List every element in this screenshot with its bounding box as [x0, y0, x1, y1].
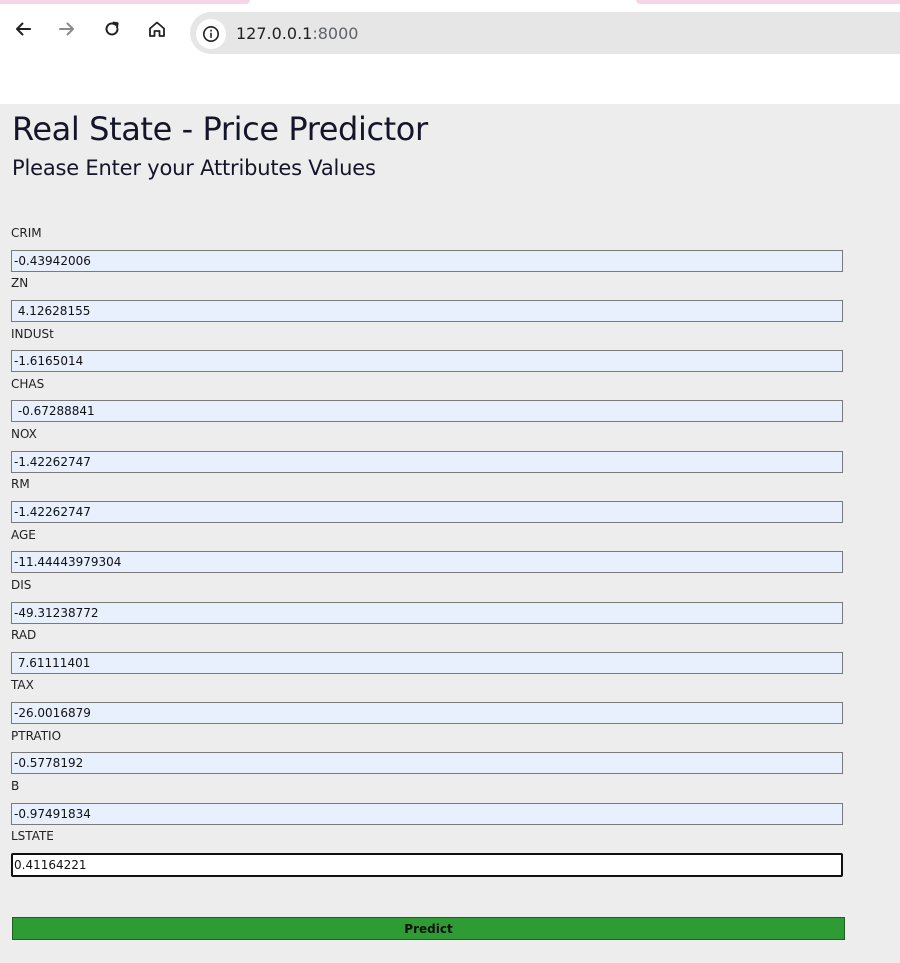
tax-input[interactable] [11, 702, 843, 724]
page-viewport: Real State - Price Predictor Please Ente… [0, 104, 900, 963]
zn-label: ZN [11, 276, 29, 290]
bookmarks-bar [0, 60, 900, 104]
dis-label: DIS [11, 578, 32, 592]
age-input[interactable] [11, 551, 843, 573]
rm-input[interactable] [11, 501, 843, 523]
url-host: 127.0.0.1 [236, 24, 313, 43]
lstate-label: LSTATE [11, 829, 54, 843]
arrow-right-icon [59, 22, 74, 36]
arrow-left-icon [16, 22, 31, 36]
home-icon [149, 21, 165, 37]
crim-input[interactable] [11, 250, 843, 272]
ptratio-input[interactable] [11, 752, 843, 774]
dis-input[interactable] [11, 602, 843, 624]
info-icon [203, 26, 219, 42]
home-button[interactable] [144, 16, 170, 42]
indus-label: INDUSt [11, 327, 54, 341]
site-info-button[interactable] [196, 19, 226, 49]
rm-label: RM [11, 477, 30, 491]
browser-toolbar: 127.0.0.1:8000 [0, 6, 900, 60]
b-input[interactable] [11, 803, 843, 825]
forward-button[interactable] [54, 16, 80, 42]
tax-label: TAX [11, 678, 34, 692]
page-subtitle: Please Enter your Attributes Values [12, 156, 376, 180]
page-title: Real State - Price Predictor [12, 110, 428, 148]
ptratio-label: PTRATIO [11, 729, 62, 743]
b-label: B [11, 779, 20, 793]
rad-label: RAD [11, 628, 37, 642]
age-label: AGE [11, 528, 36, 542]
reload-icon [105, 21, 119, 36]
indus-input[interactable] [11, 350, 843, 372]
back-button[interactable] [10, 16, 36, 42]
nox-label: NOX [11, 427, 37, 441]
predict-button[interactable]: Predict [12, 917, 845, 940]
tab-right[interactable] [636, 0, 900, 4]
lstate-input[interactable] [11, 853, 843, 877]
zn-input[interactable] [11, 300, 843, 322]
url-port: :8000 [312, 24, 359, 43]
tab-left[interactable] [0, 0, 250, 4]
chas-label: CHAS [11, 377, 45, 391]
chas-input[interactable] [11, 400, 843, 422]
url-text[interactable]: 127.0.0.1:8000 [236, 22, 358, 46]
nox-input[interactable] [11, 451, 843, 473]
reload-button[interactable] [99, 16, 125, 42]
crim-label: CRIM [11, 226, 42, 240]
rad-input[interactable] [11, 652, 843, 674]
